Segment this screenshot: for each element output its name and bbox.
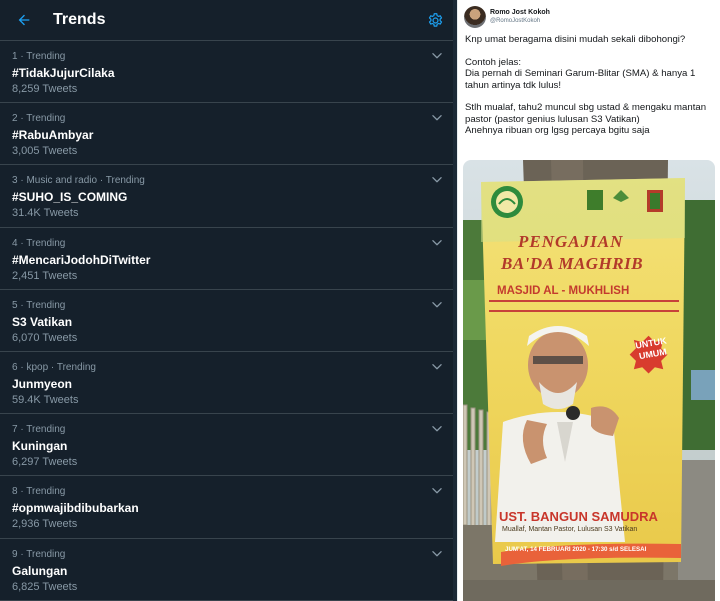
trend-meta: 4 · Trending — [12, 237, 66, 249]
trend-meta: 7 · Trending — [12, 424, 66, 436]
tweet-author: Romo Jost Kokoh @RomoJostKokoh — [490, 8, 550, 26]
tweet-paragraph: Stlh mualaf, tahu2 muncul sbg ustad & me… — [465, 102, 707, 136]
trend-meta: 2 · Trending — [12, 113, 66, 125]
trend-item[interactable]: 8 · Trending #opmwajibdibubarkan 2,936 Twe… — [0, 476, 457, 539]
banner-speaker-desc: Muallaf, Mantan Pastor, Lulusan S3 Vatik… — [502, 526, 638, 533]
arrow-left-icon — [18, 14, 30, 26]
chevron-down-icon[interactable] — [430, 49, 444, 63]
trend-tweet-count: 59.4K Tweets — [12, 393, 79, 406]
trend-name[interactable]: #RabuAmbyar — [12, 127, 443, 144]
trend-item[interactable]: 2 · Trending #RabuAmbyar 3,005 Tweets — [0, 103, 457, 166]
trend-meta: 9 · Trending — [12, 548, 66, 560]
trend-tweet-count: 8,259 Tweets — [12, 83, 78, 95]
trend-item[interactable]: 6 · kpop · Trending Junmyeon 59.4K Tweets — [0, 352, 457, 415]
banner-speaker: UST. BANGUN SAMUDRA — [499, 509, 658, 524]
trends-panel: Trends 1 · Trending #TidakJujurCilaka 8,25… — [0, 0, 457, 601]
trend-meta: 8 · Trending — [12, 486, 66, 498]
trend-name[interactable]: Junmyeon — [12, 376, 443, 393]
settings-button[interactable] — [423, 8, 447, 32]
chevron-down-icon[interactable] — [430, 111, 444, 125]
trend-item[interactable]: 1 · Trending #TidakJujurCilaka 8,259 Tweet… — [0, 41, 457, 104]
trend-meta: 6 · kpop · Trending — [12, 361, 96, 373]
banner-photo-scene — [463, 160, 715, 601]
chevron-down-icon[interactable] — [430, 173, 444, 187]
trend-meta: 1 · Trending — [12, 51, 66, 62]
trend-item[interactable]: 9 · Trending Galungan 6,825 Tweets — [0, 539, 457, 601]
tweet-photo[interactable]: PENGAJIAN BA'DA MAGHRIB MASJID AL - MUKH… — [463, 160, 715, 601]
trend-tweet-count: 2,936 Tweets — [12, 518, 78, 531]
banner-venue: MASJID AL - MUKHLISH — [497, 285, 630, 297]
chevron-down-icon[interactable] — [430, 360, 444, 374]
author-handle[interactable]: @RomoJostKokoh — [490, 17, 550, 26]
trend-name[interactable]: #MencariJodohDiTwitter — [12, 252, 443, 269]
trend-name[interactable]: #TidakJujurCilaka — [12, 65, 443, 82]
chevron-down-icon[interactable] — [430, 236, 444, 250]
chevron-down-icon[interactable] — [430, 422, 444, 436]
trend-item[interactable]: 3 · Music and radio · Trending #SUHO_IS_C… — [0, 165, 457, 228]
banner-schedule: JUM'AT, 14 FEBRUARI 2020 - 17:30 s/d SEL… — [505, 546, 647, 553]
back-button[interactable] — [13, 9, 35, 31]
trend-tweet-count: 6,070 Tweets — [12, 331, 78, 344]
trends-header: Trends — [0, 0, 457, 41]
trend-name[interactable]: Kuningan — [12, 438, 443, 455]
banner-line1: PENGAJIAN — [518, 232, 624, 251]
trend-tweet-count: 6,297 Tweets — [12, 456, 78, 469]
tweet-text: Knp umat beragama disini mudah sekali di… — [458, 28, 720, 137]
trend-tweet-count: 3,005 Tweets — [12, 145, 78, 158]
trend-tweet-count: 2,451 Tweets — [12, 269, 78, 282]
tweet-paragraph: Knp umat beragama disini mudah sekali di… — [465, 34, 686, 45]
trend-tweet-count: 6,825 Tweets — [12, 580, 78, 593]
trend-item[interactable]: 5 · Trending S3 Vatikan 6,070 Tweets — [0, 290, 457, 352]
chevron-down-icon[interactable] — [430, 484, 444, 498]
trend-item[interactable]: 4 · Trending #MencariJodohDiTwitter 2,451 … — [0, 228, 457, 290]
trend-name[interactable]: S3 Vatikan — [12, 314, 443, 331]
chevron-down-icon[interactable] — [430, 547, 444, 561]
trend-name[interactable]: #opmwajibdibubarkan — [12, 500, 443, 517]
chevron-down-icon[interactable] — [430, 298, 444, 312]
gear-icon — [428, 12, 442, 27]
trend-meta: 5 · Trending — [12, 299, 66, 311]
trend-tweet-count: 31.4K Tweets — [12, 207, 79, 220]
banner-line2: BA'DA MAGHRIB — [501, 254, 644, 273]
trend-name[interactable]: #SUHO_IS_COMING — [12, 189, 443, 206]
trend-name[interactable]: Galungan — [12, 563, 443, 580]
trend-item[interactable]: 7 · Trending Kuningan 6,297 Tweets — [0, 414, 457, 477]
trend-list: 1 · Trending #TidakJujurCilaka 8,259 Tweet… — [0, 41, 457, 601]
page-title: Trends — [53, 11, 106, 28]
tweet-header: Romo Jost Kokoh @RomoJostKokoh — [458, 0, 720, 28]
avatar[interactable] — [464, 6, 486, 28]
trend-meta: 3 · Music and radio · Trending — [12, 175, 145, 187]
author-display-name[interactable]: Romo Jost Kokoh — [490, 8, 550, 17]
tweet-paragraph: Contoh jelas: Dia pernah di Seminari Gar… — [465, 56, 696, 91]
